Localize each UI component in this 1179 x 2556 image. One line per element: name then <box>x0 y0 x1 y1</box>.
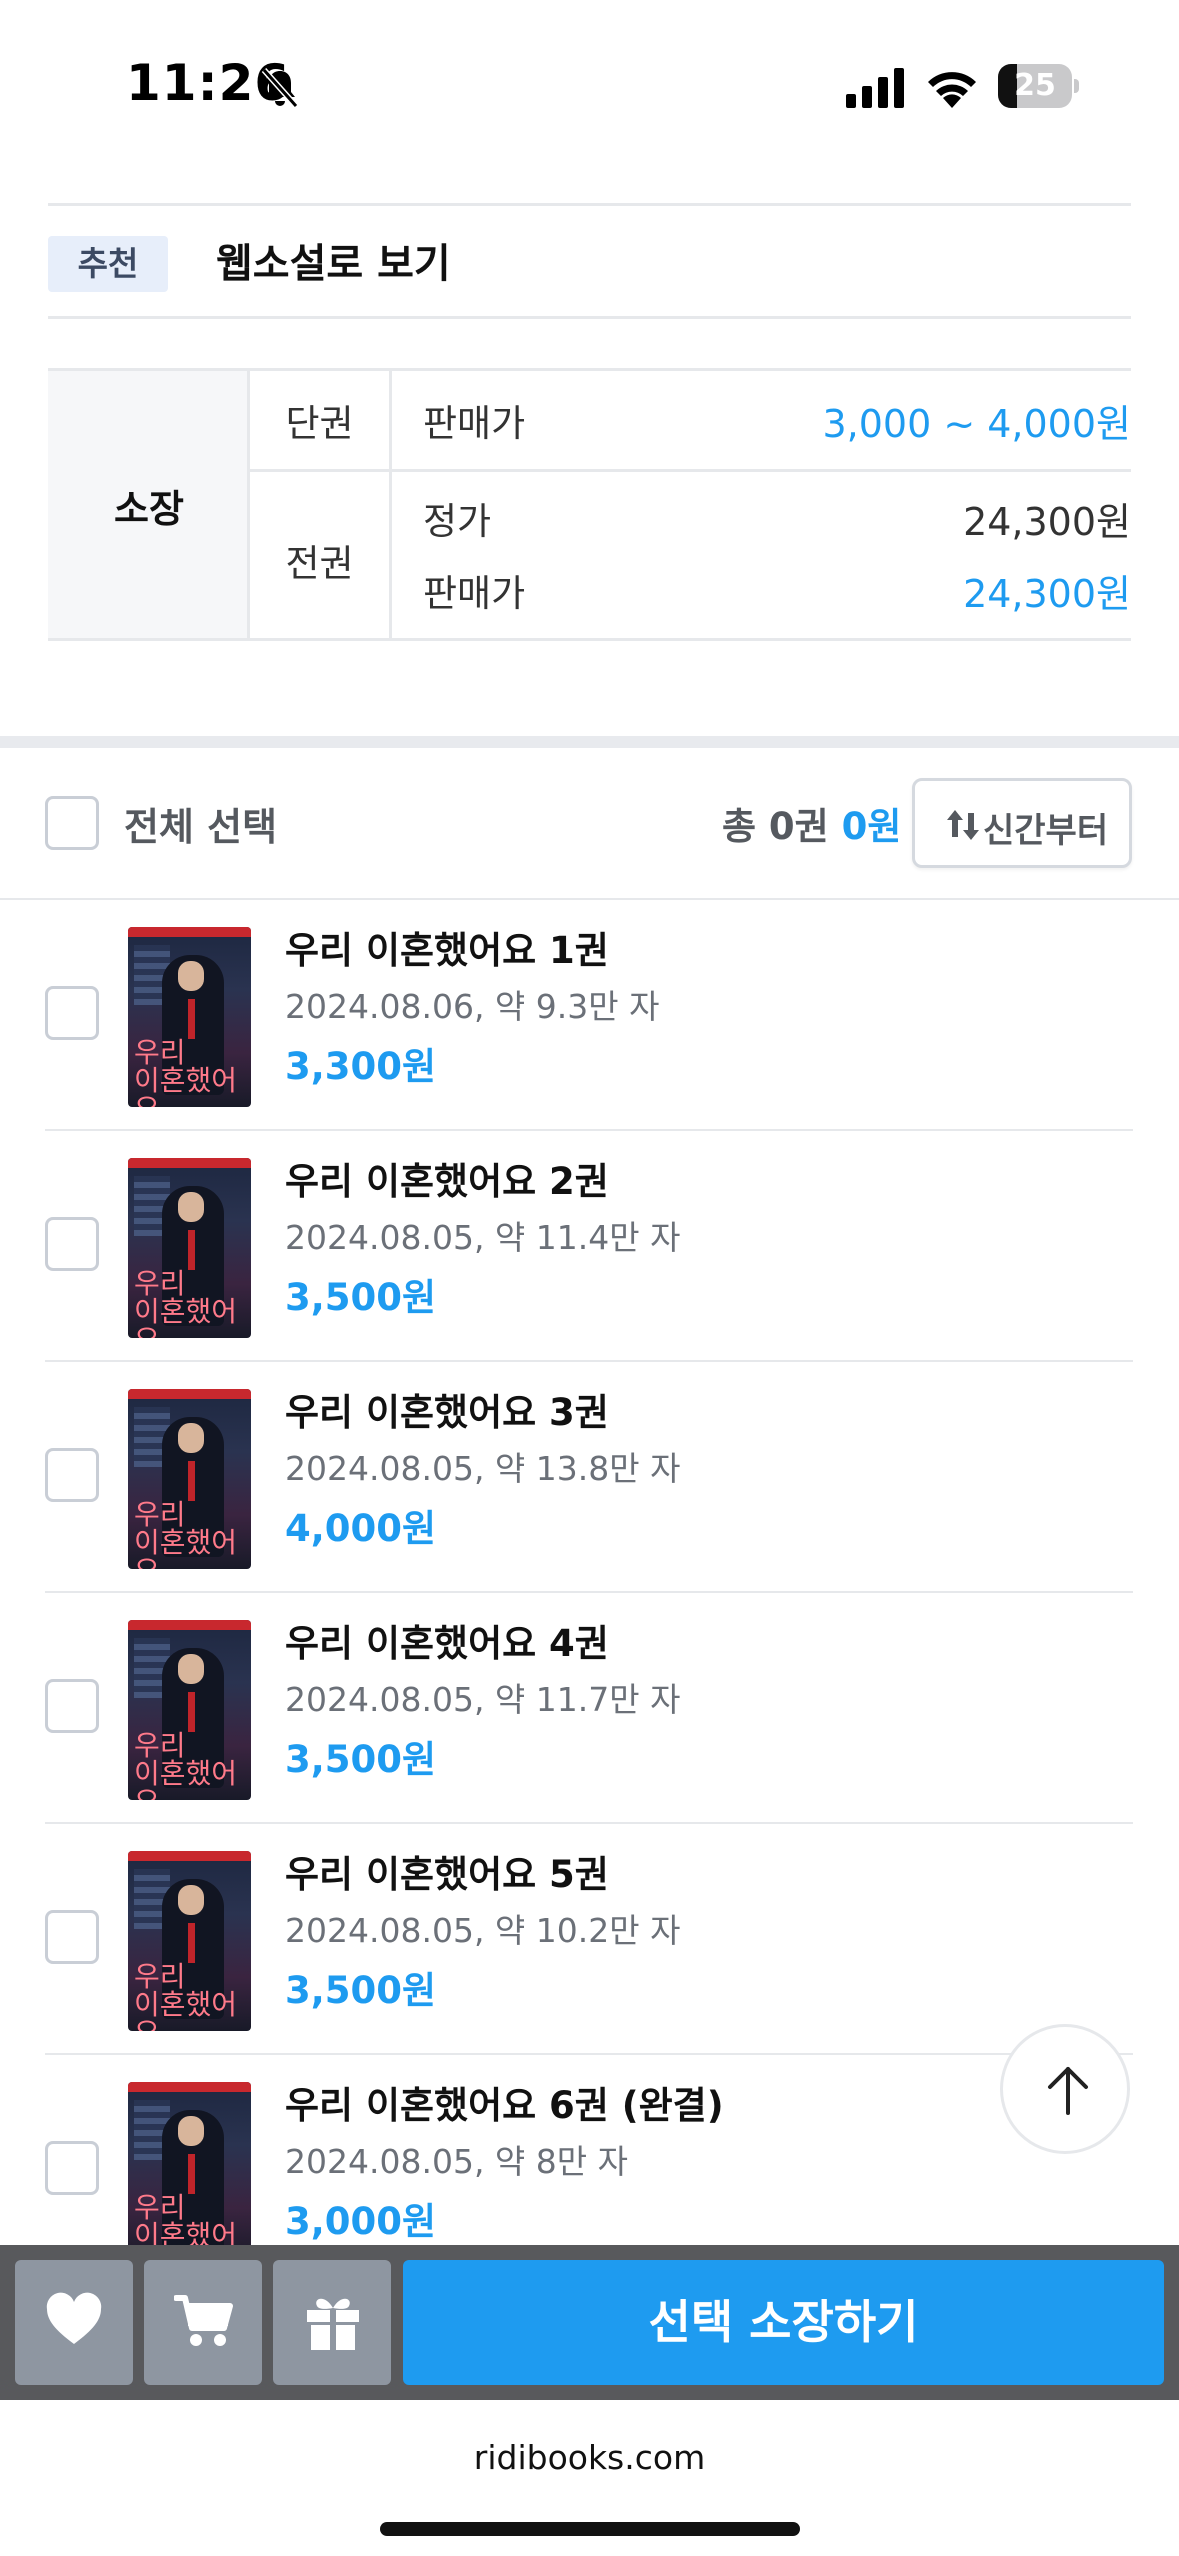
single-sale-key: 판매가 <box>423 402 526 445</box>
cover-title-art: 우리이혼했어요 <box>134 1729 238 1801</box>
browser-bar: ridibooks.com <box>0 2400 1179 2556</box>
all-list-key: 정가 <box>423 500 492 543</box>
book-title[interactable]: 우리 이혼했어요 5권 <box>285 1844 609 1898</box>
battery-level-text: 25 <box>1014 68 1056 103</box>
book-meta: 2024.08.05, 약 11.7만 자 <box>285 1680 681 1719</box>
heart-icon <box>46 2292 102 2344</box>
selection-total: 총 0권 0원 <box>722 796 901 850</box>
wifi-icon <box>928 72 976 108</box>
single-volume-label: 단권 <box>285 402 354 445</box>
book-meta: 2024.08.05, 약 10.2만 자 <box>285 1911 681 1950</box>
book-list-item[interactable]: 우리이혼했어요 우리 이혼했어요 6권 (완결) 2024.08.05, 약 8만 … <box>45 2055 1133 2245</box>
cover-title-art: 우리이혼했어요 <box>134 1960 238 2032</box>
book-checkbox[interactable] <box>45 1217 99 1271</box>
all-sale-key: 판매가 <box>423 572 526 615</box>
book-price: 3,500원 <box>285 1276 437 1319</box>
book-cover[interactable]: 우리이혼했어요 <box>128 1158 251 1338</box>
own-column: 소장 <box>48 371 250 638</box>
sort-button[interactable]: 신간부터 <box>912 778 1132 868</box>
book-list-item[interactable]: 우리이혼했어요 우리 이혼했어요 2권 2024.08.05, 약 11.4만 자 3… <box>45 1131 1133 1362</box>
book-title[interactable]: 우리 이혼했어요 2권 <box>285 1151 609 1205</box>
gift-icon <box>307 2298 359 2350</box>
sort-arrows-icon <box>947 810 979 840</box>
scroll-to-top-button[interactable] <box>1000 2024 1130 2154</box>
book-checkbox[interactable] <box>45 1679 99 1733</box>
all-list-price: 24,300원 <box>963 500 1131 544</box>
gift-button[interactable] <box>273 2260 391 2385</box>
select-bar: 전체 선택 총 0권 0원 신간부터 <box>0 748 1179 900</box>
book-meta: 2024.08.05, 약 8만 자 <box>285 2142 628 2181</box>
view-as-webnovel-link[interactable]: 웹소설로 보기 <box>216 236 451 292</box>
home-indicator[interactable] <box>380 2522 800 2536</box>
book-cover[interactable]: 우리이혼했어요 <box>128 1389 251 1569</box>
book-price: 4,000원 <box>285 1507 437 1550</box>
book-title[interactable]: 우리 이혼했어요 3권 <box>285 1382 609 1436</box>
book-checkbox[interactable] <box>45 2141 99 2195</box>
total-amount: 0원 <box>841 805 902 848</box>
book-price: 3,500원 <box>285 1738 437 1781</box>
bell-muted-icon <box>261 68 299 108</box>
book-meta: 2024.08.06, 약 9.3만 자 <box>285 987 660 1026</box>
status-bar: 11:26 25 <box>0 0 1179 150</box>
book-price: 3,000원 <box>285 2200 437 2243</box>
select-all-label[interactable]: 전체 선택 <box>124 796 277 851</box>
own-label: 소장 <box>114 487 184 531</box>
cover-title-art: 우리이혼했어요 <box>134 1498 238 1570</box>
purchase-selected-button[interactable]: 선택 소장하기 <box>403 2260 1164 2385</box>
book-cover[interactable]: 우리이혼했어요 <box>128 2082 251 2245</box>
book-list-item[interactable]: 우리이혼했어요 우리 이혼했어요 3권 2024.08.05, 약 13.8만 자 4… <box>45 1362 1133 1593</box>
book-meta: 2024.08.05, 약 13.8만 자 <box>285 1449 681 1488</box>
select-all-checkbox[interactable] <box>45 796 99 850</box>
book-list-item[interactable]: 우리이혼했어요 우리 이혼했어요 1권 2024.08.06, 약 9.3만 자 3,… <box>45 900 1133 1131</box>
cart-icon <box>174 2295 233 2346</box>
all-volumes-label: 전권 <box>285 542 354 585</box>
book-cover[interactable]: 우리이혼했어요 <box>128 927 251 1107</box>
book-price: 3,300원 <box>285 1045 437 1088</box>
battery-indicator: 25 <box>998 64 1079 108</box>
cart-button[interactable] <box>144 2260 262 2385</box>
sort-label: 신간부터 <box>983 811 1109 851</box>
book-list-item[interactable]: 우리이혼했어요 우리 이혼했어요 5권 2024.08.05, 약 10.2만 자 3… <box>45 1824 1133 2055</box>
book-checkbox[interactable] <box>45 986 99 1040</box>
arrow-up-icon <box>1048 2067 1088 2115</box>
cellular-signal-icon <box>846 68 904 108</box>
recommend-row[interactable]: 추천 웹소설로 보기 <box>48 203 1131 319</box>
book-checkbox[interactable] <box>45 1448 99 1502</box>
price-table: 소장 단권 판매가 3,000 ~ 4,000원 전권 정가 24,300원 판… <box>48 368 1131 641</box>
cover-title-art: 우리이혼했어요 <box>134 1267 238 1339</box>
book-list-item[interactable]: 우리이혼했어요 우리 이혼했어요 4권 2024.08.05, 약 11.7만 자 3… <box>45 1593 1133 1824</box>
recommend-tag: 추천 <box>48 236 168 292</box>
wishlist-button[interactable] <box>15 2260 133 2385</box>
cover-title-art: 우리이혼했어요 <box>134 2191 238 2246</box>
book-meta: 2024.08.05, 약 11.4만 자 <box>285 1218 681 1257</box>
section-divider <box>0 736 1179 748</box>
browser-url[interactable]: ridibooks.com <box>0 2438 1179 2477</box>
cover-title-art: 우리이혼했어요 <box>134 1036 238 1108</box>
book-cover[interactable]: 우리이혼했어요 <box>128 1851 251 2031</box>
book-checkbox[interactable] <box>45 1910 99 1964</box>
book-list: 우리이혼했어요 우리 이혼했어요 1권 2024.08.06, 약 9.3만 자 3,… <box>0 900 1179 2245</box>
book-price: 3,500원 <box>285 1969 437 2012</box>
book-title[interactable]: 우리 이혼했어요 4권 <box>285 1613 609 1667</box>
single-sale-price: 3,000 ~ 4,000원 <box>822 402 1131 446</box>
purchase-action-bar: 선택 소장하기 <box>0 2245 1179 2400</box>
total-count: 총 0권 <box>722 805 829 848</box>
book-title[interactable]: 우리 이혼했어요 6권 (완결) <box>285 2075 724 2129</box>
book-title[interactable]: 우리 이혼했어요 1권 <box>285 920 609 974</box>
book-cover[interactable]: 우리이혼했어요 <box>128 1620 251 1800</box>
all-sale-price: 24,300원 <box>963 572 1131 616</box>
